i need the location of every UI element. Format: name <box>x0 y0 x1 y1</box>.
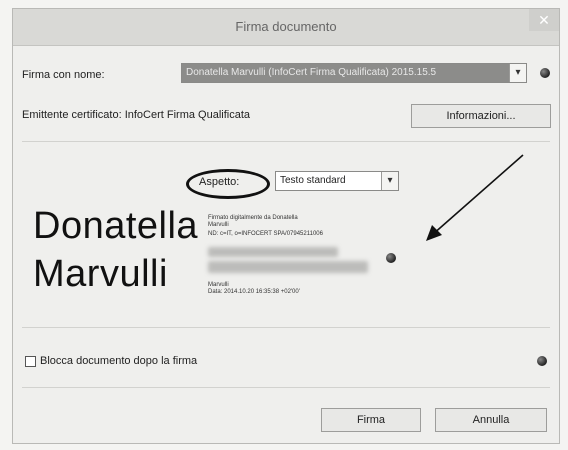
close-button[interactable]: ✕ <box>529 9 559 31</box>
redacted-block <box>208 261 368 273</box>
issuer-text: Emittente certificato: InfoCert Firma Qu… <box>22 109 251 121</box>
dialog-title: Firma documento <box>235 19 337 34</box>
divider <box>22 141 550 142</box>
title-bar: Firma documento ✕ <box>13 9 559 46</box>
signature-detail-line5: Data: 2014.10.20 16:35:38 +02'00' <box>208 289 300 295</box>
signature-detail-line4: Marvulli <box>208 282 229 288</box>
appearance-label: Aspetto: <box>199 176 240 188</box>
signer-select[interactable]: Donatella Marvulli (InfoCert Firma Quali… <box>181 63 527 83</box>
signature-detail-line3: ND: c=IT, o=INFOCERT SPA/07945211006 <box>208 231 323 237</box>
signature-detail-line1: Firmato digitalmente da Donatella <box>208 215 298 221</box>
signature-name-line1: Donatella <box>33 205 199 247</box>
sign-button[interactable]: Firma <box>321 408 421 432</box>
chevron-down-icon: ▾ <box>381 172 398 190</box>
help-dot-icon[interactable] <box>386 253 396 263</box>
signer-select-value: Donatella Marvulli (InfoCert Firma Quali… <box>186 67 437 78</box>
redacted-block <box>208 247 338 257</box>
divider <box>22 327 550 328</box>
help-dot-icon[interactable] <box>537 356 547 366</box>
signer-label: Firma con nome: <box>22 69 105 81</box>
appearance-select[interactable]: Testo standard ▾ <box>275 171 399 191</box>
appearance-select-value: Testo standard <box>280 175 346 186</box>
info-button[interactable]: Informazioni... <box>411 104 551 128</box>
chevron-down-icon: ▾ <box>509 64 526 82</box>
divider <box>22 387 550 388</box>
help-dot-icon[interactable] <box>540 68 550 78</box>
sign-document-dialog: Firma documento ✕ Firma con nome: Donate… <box>12 8 560 444</box>
lock-checkbox[interactable] <box>25 356 36 367</box>
arrow-icon <box>426 154 524 241</box>
lock-label: Blocca documento dopo la firma <box>40 355 198 367</box>
cancel-button[interactable]: Annulla <box>435 408 547 432</box>
signature-detail-line2: Marvulli <box>208 222 229 228</box>
signature-name-line2: Marvulli <box>33 253 168 295</box>
